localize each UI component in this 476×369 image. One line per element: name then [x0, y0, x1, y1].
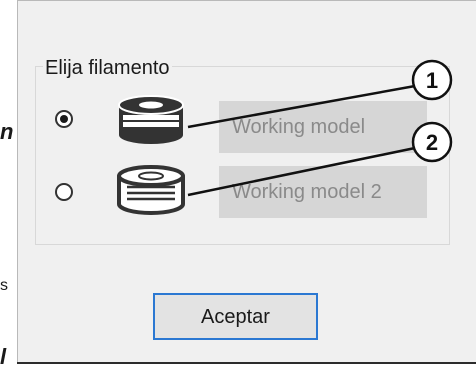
callout-2-leader	[187, 146, 416, 197]
callout-2-number: 2	[426, 130, 438, 155]
accept-button[interactable]: Aceptar	[153, 293, 318, 340]
callout-1-leader	[187, 84, 416, 129]
callout-1-number: 1	[426, 68, 438, 93]
page: n s l Elija filamento Working model Work…	[0, 0, 476, 369]
